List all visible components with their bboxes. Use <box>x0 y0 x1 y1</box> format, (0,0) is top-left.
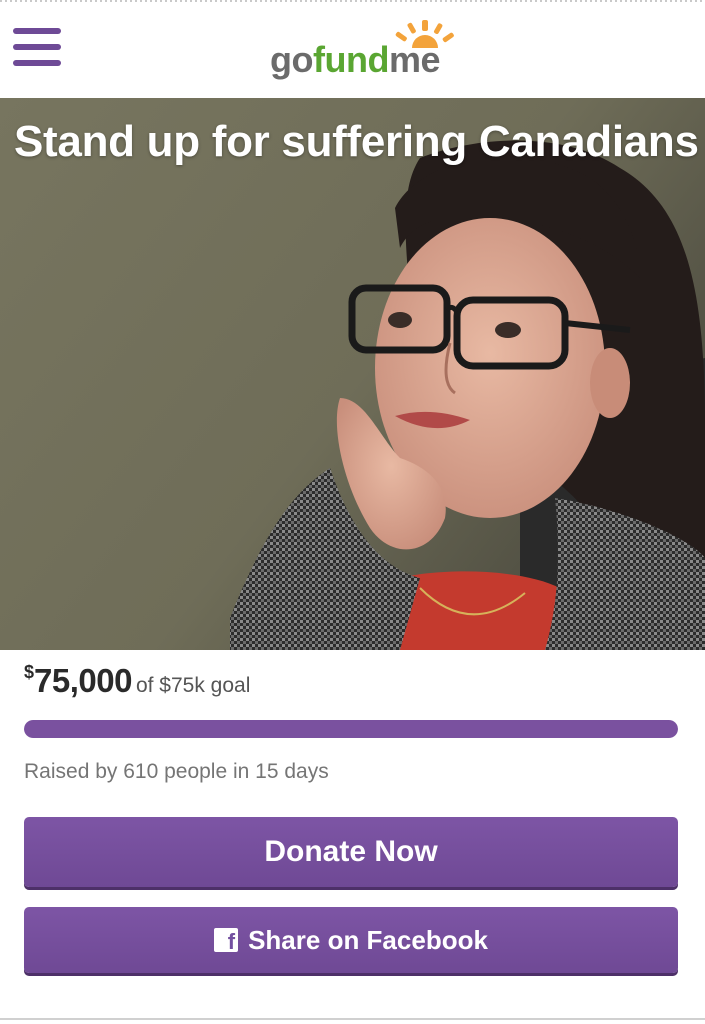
campaign-hero-image: Stand up for suffering Canadians <box>0 98 705 650</box>
campaign-photo <box>0 98 705 650</box>
hamburger-menu-icon[interactable] <box>13 28 61 70</box>
raised-by-text: Raised by 610 people in 15 days <box>24 760 329 783</box>
header: gofundme <box>0 2 705 98</box>
donate-now-button[interactable]: Donate Now <box>24 817 678 887</box>
share-on-facebook-label: Share on Facebook <box>248 924 488 955</box>
logo-wordmark: gofundme <box>270 39 440 80</box>
campaign-title: Stand up for suffering Canadians <box>14 117 699 166</box>
facebook-icon: f <box>214 928 239 952</box>
donate-now-label: Donate Now <box>264 835 438 868</box>
bottom-divider <box>0 1018 705 1020</box>
amount-raised: $75,000 of $75k goal <box>24 662 250 700</box>
goal-text: of $75k goal <box>135 674 251 697</box>
raised-amount: 75,000 <box>34 662 132 699</box>
share-on-facebook-button[interactable]: f Share on Facebook <box>24 907 678 973</box>
currency-symbol: $ <box>24 662 35 682</box>
gofundme-logo[interactable]: gofundme <box>270 20 460 80</box>
progress-fill <box>24 720 678 738</box>
progress-bar <box>24 720 678 738</box>
